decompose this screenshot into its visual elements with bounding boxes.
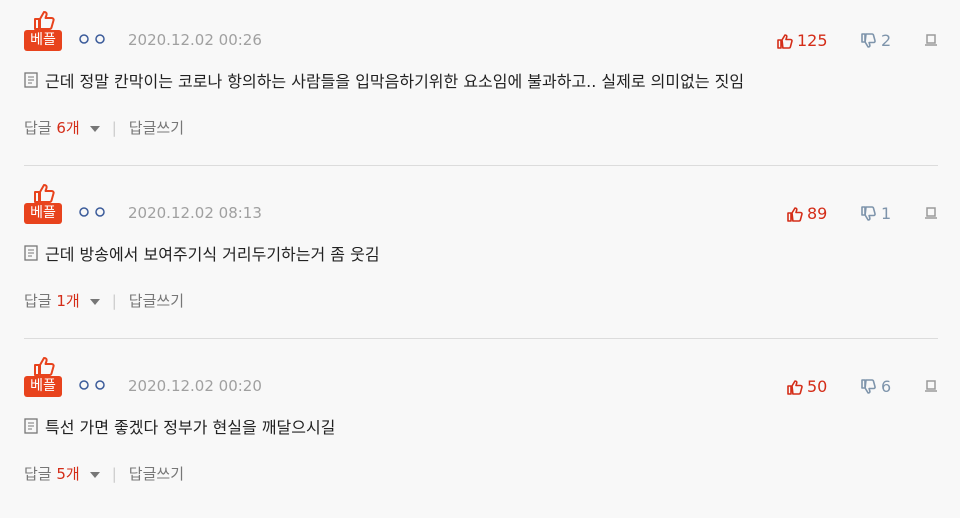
reply-label: 답글: [24, 292, 52, 310]
memo-icon: [24, 72, 38, 88]
write-reply-button[interactable]: 답글쓰기: [129, 463, 184, 484]
comment-item: 베플 2020.12.02 08:13 89 1 근데 방송에서 보여주기식 거…: [0, 173, 960, 345]
reply-label: 답글: [24, 119, 52, 137]
report-icon[interactable]: [924, 33, 938, 47]
best-label: 베플: [24, 203, 62, 224]
thumbs-down-icon: [861, 205, 876, 221]
chevron-down-icon[interactable]: [89, 298, 100, 305]
separator: |: [111, 118, 117, 137]
best-label: 베플: [24, 376, 62, 397]
dislike-button[interactable]: 2: [861, 31, 891, 50]
thumbs-up-icon: [787, 206, 803, 222]
separator: |: [111, 291, 117, 310]
best-badge: 베플: [24, 183, 62, 225]
reply-toggle[interactable]: 답글 1개: [24, 290, 80, 311]
like-count: 50: [807, 377, 828, 396]
timestamp: 2020.12.02 08:13: [128, 204, 262, 222]
best-badge: 베플: [24, 356, 62, 398]
like-count: 89: [807, 204, 828, 223]
write-reply-button[interactable]: 답글쓰기: [129, 117, 184, 138]
divider: [24, 165, 938, 166]
dislike-button[interactable]: 6: [861, 377, 891, 396]
author-circles-icon[interactable]: [78, 379, 108, 391]
thumbs-up-icon: [777, 33, 793, 49]
reply-toggle[interactable]: 답글 5개: [24, 463, 80, 484]
reply-count: 1개: [56, 292, 80, 310]
comment-item: 베플 2020.12.02 00:20 50 6 특선 가면 좋겠다 정부가 현…: [0, 346, 960, 518]
author-circles-icon[interactable]: [78, 33, 108, 45]
comment-text: 특선 가면 좋겠다 정부가 현실을 깨달으시길: [45, 418, 336, 437]
like-button[interactable]: 125: [777, 31, 828, 50]
reply-count: 6개: [56, 119, 80, 137]
memo-icon: [24, 418, 38, 434]
best-label: 베플: [24, 30, 62, 51]
reply-row: 답글 1개 | 답글쓰기: [24, 290, 184, 311]
report-icon[interactable]: [924, 206, 938, 220]
reply-toggle[interactable]: 답글 6개: [24, 117, 80, 138]
best-thumb-icon: [34, 11, 55, 30]
dislike-count: 6: [881, 377, 892, 396]
memo-icon: [24, 245, 38, 261]
dislike-count: 2: [881, 31, 892, 50]
timestamp: 2020.12.02 00:20: [128, 377, 262, 395]
dislike-button[interactable]: 1: [861, 204, 891, 223]
chevron-down-icon[interactable]: [89, 125, 100, 132]
comment-item: 베플 2020.12.02 00:26 125 2 근데 정말 칸막이는 코로나…: [0, 0, 960, 172]
report-icon[interactable]: [924, 379, 938, 393]
separator: |: [111, 464, 117, 483]
thumbs-down-icon: [861, 378, 876, 394]
dislike-count: 1: [881, 204, 892, 223]
like-count: 125: [797, 31, 828, 50]
best-thumb-icon: [34, 184, 55, 203]
chevron-down-icon[interactable]: [89, 471, 100, 478]
like-button[interactable]: 50: [787, 377, 827, 396]
reply-row: 답글 5개 | 답글쓰기: [24, 463, 184, 484]
reply-row: 답글 6개 | 답글쓰기: [24, 117, 184, 138]
divider: [24, 338, 938, 339]
write-reply-button[interactable]: 답글쓰기: [129, 290, 184, 311]
comment-text: 근데 정말 칸막이는 코로나 항의하는 사람들을 입막음하기위한 요소임에 불과…: [45, 72, 745, 91]
reply-count: 5개: [56, 465, 80, 483]
thumbs-up-icon: [787, 379, 803, 395]
best-badge: 베플: [24, 10, 62, 52]
author-circles-icon[interactable]: [78, 206, 108, 218]
comment-text: 근데 방송에서 보여주기식 거리두기하는거 좀 웃김: [45, 245, 380, 264]
thumbs-down-icon: [861, 32, 876, 48]
like-button[interactable]: 89: [787, 204, 827, 223]
best-thumb-icon: [34, 357, 55, 376]
reply-label: 답글: [24, 465, 52, 483]
timestamp: 2020.12.02 00:26: [128, 31, 262, 49]
